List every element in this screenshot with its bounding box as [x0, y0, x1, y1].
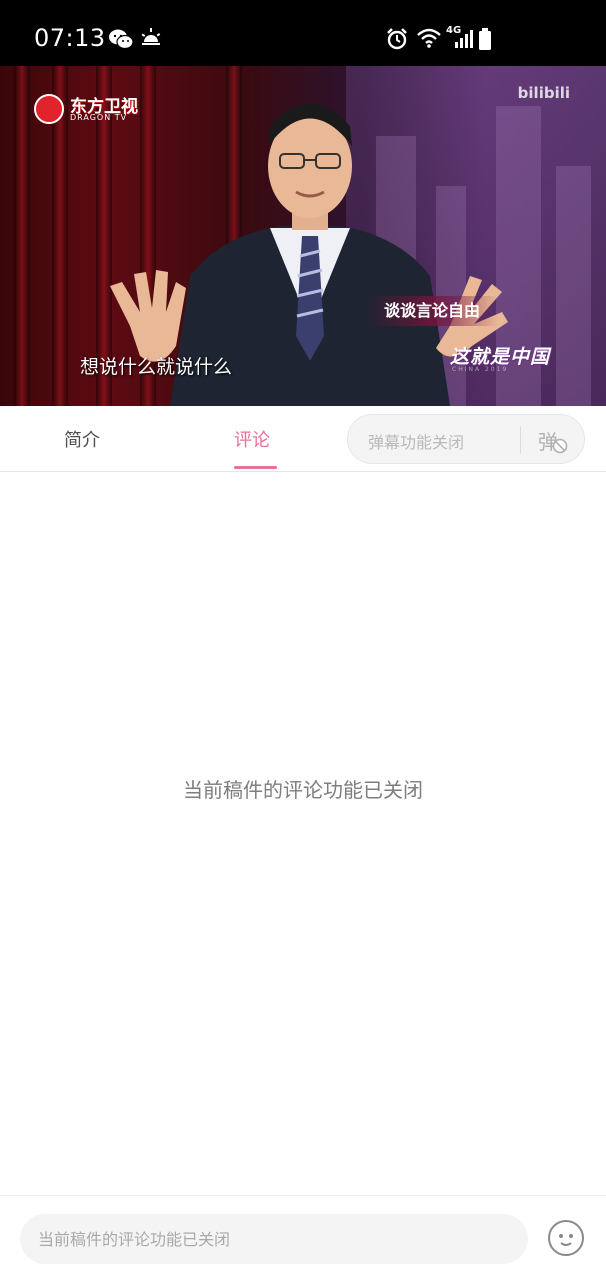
tab-intro[interactable]: 简介 — [64, 426, 100, 452]
curtain-decoration — [14, 66, 30, 406]
disabled-icon — [552, 438, 568, 454]
wifi-icon — [417, 28, 441, 48]
divider — [520, 426, 521, 454]
bottom-bar — [0, 1195, 606, 1280]
signal-icon — [455, 30, 473, 48]
danmaku-toggle-icon[interactable]: 弹 — [538, 426, 570, 456]
sunrise-icon — [141, 28, 161, 45]
danmaku-placeholder: 弹幕功能关闭 — [368, 433, 465, 452]
show-title-subtext: CHINA 2019 — [452, 366, 509, 373]
tab-comments[interactable]: 评论 — [234, 426, 270, 452]
channel-logo-mark — [34, 94, 64, 124]
battery-icon — [479, 28, 491, 50]
video-player[interactable]: 东方卫视 DRAGON TV bilibili 谈谈言论自由 想说什么就说什么 … — [0, 66, 606, 406]
alarm-icon — [387, 28, 407, 50]
status-bar: 07:13 4G — [0, 0, 606, 66]
comment-input[interactable] — [20, 1214, 528, 1264]
comments-panel: 当前稿件的评论功能已关闭 — [0, 472, 606, 1195]
emoji-face-icon — [559, 1234, 573, 1246]
active-tab-indicator — [234, 466, 277, 469]
comments-disabled-message: 当前稿件的评论功能已关闭 — [183, 778, 423, 802]
channel-logo: 东方卫视 DRAGON TV — [34, 92, 144, 128]
bilibili-watermark: bilibili — [517, 84, 570, 102]
show-title: 这就是中国 — [450, 346, 551, 368]
danmaku-input[interactable]: 弹幕功能关闭 弹 — [347, 414, 585, 464]
emoji-icon[interactable] — [548, 1220, 584, 1256]
status-time: 07:13 — [34, 24, 106, 52]
video-subtitle: 想说什么就说什么 — [80, 356, 233, 378]
topic-caption: 谈谈言论自由 — [366, 296, 499, 326]
wechat-icon — [109, 29, 134, 50]
channel-logo-subtext: DRAGON TV — [70, 113, 128, 122]
